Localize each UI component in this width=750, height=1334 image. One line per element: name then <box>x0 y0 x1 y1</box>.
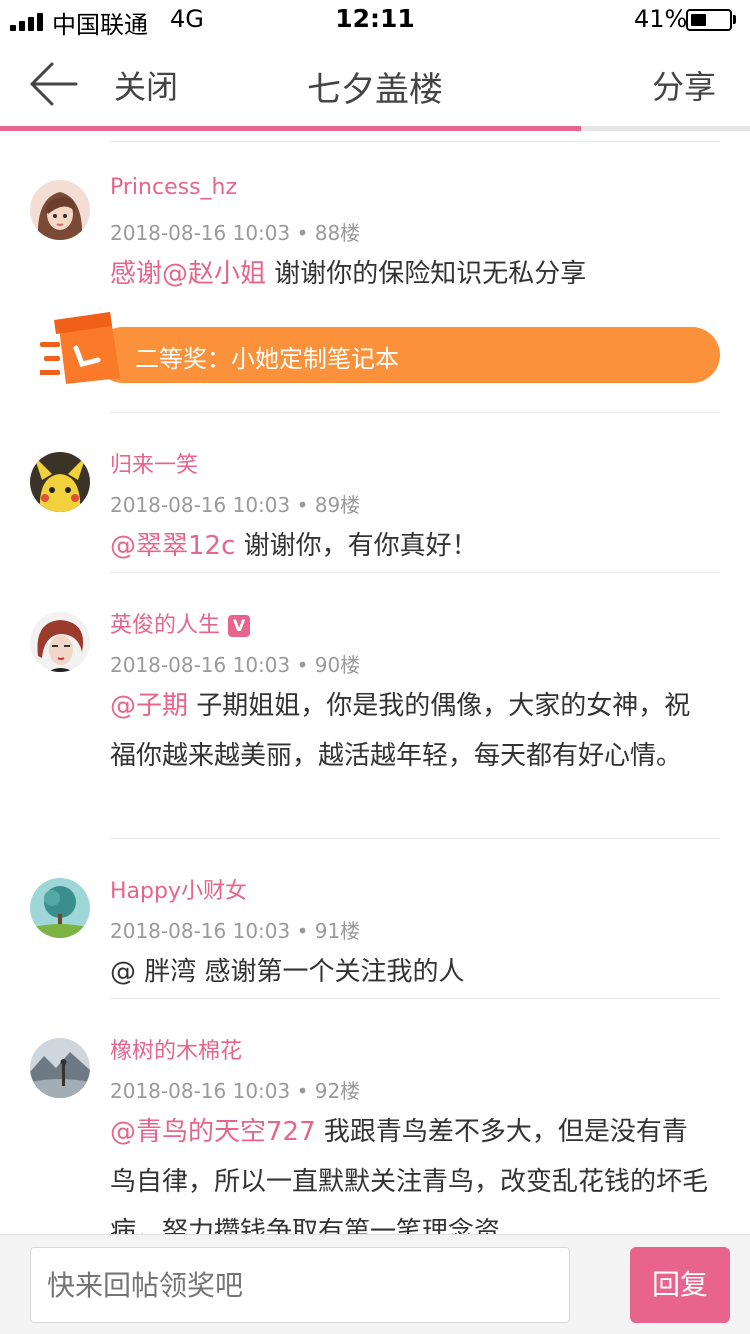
status-bar: 中国联通 4G 12:11 41% <box>0 0 750 40</box>
post-content: 感谢@赵小姐 谢谢你的保险知识无私分享 <box>110 249 710 299</box>
reply-button[interactable]: 回复 <box>630 1247 730 1323</box>
pikachu-avatar[interactable] <box>30 452 90 512</box>
gift-icon <box>40 312 120 384</box>
post-content: @子期 子期姐姐，你是我的偶像，大家的女神，祝福你越来越美丽，越活越年轻，每天都… <box>110 681 710 781</box>
battery-percent: 41% <box>634 5 688 33</box>
page-title: 七夕盖楼 <box>307 70 443 110</box>
post-text: 子期姐姐，你是我的偶像，大家的女神，祝福你越来越美丽，越活越年轻，每天都有好心情… <box>110 691 691 771</box>
username[interactable]: 归来一笑 <box>110 447 198 479</box>
mention-link[interactable]: @子期 <box>110 691 188 721</box>
battery-icon <box>686 9 732 31</box>
divider <box>110 572 720 573</box>
username[interactable]: 英俊的人生 V <box>110 607 251 639</box>
divider <box>110 141 720 142</box>
post-meta: 2018-08-16 10:03 • 90楼 <box>110 653 361 677</box>
post-text: 谢谢你的保险知识无私分享 <box>266 259 587 289</box>
mention-link[interactable]: @青鸟的天空727 <box>110 1117 316 1147</box>
prize-banner: 二等奖：小她定制笔记本 <box>40 308 720 398</box>
battery-tip <box>733 15 736 24</box>
divider <box>110 838 720 839</box>
nav-bar: 关闭 七夕盖楼 分享 <box>0 40 750 130</box>
girl-avatar[interactable] <box>30 180 90 240</box>
vip-badge-icon: V <box>228 615 251 637</box>
username-text[interactable]: 英俊的人生 <box>110 613 220 638</box>
post-meta: 2018-08-16 10:03 • 88楼 <box>110 221 361 245</box>
tree-avatar[interactable] <box>30 878 90 938</box>
share-button[interactable]: 分享 <box>652 62 716 108</box>
post-meta: 2018-08-16 10:03 • 89楼 <box>110 493 361 517</box>
post-content: @翠翠12c 谢谢你，有你真好！ <box>110 521 710 571</box>
reply-bar: 回复 <box>0 1234 750 1334</box>
divider <box>110 412 720 413</box>
divider <box>110 998 720 999</box>
post-text: 谢谢你，有你真好！ <box>235 531 478 561</box>
post-text: @ 胖湾 感谢第一个关注我的人 <box>110 957 465 987</box>
battery-level <box>691 14 706 26</box>
mention-link[interactable]: @翠翠12c <box>110 531 235 561</box>
username[interactable]: Happy小财女 <box>110 873 247 905</box>
comment-feed[interactable]: Princess_hz 2018-08-16 10:03 • 88楼 感谢@赵小… <box>0 131 750 1234</box>
post-content: @ 胖湾 感谢第一个关注我的人 <box>110 947 710 997</box>
post-meta: 2018-08-16 10:03 • 92楼 <box>110 1079 361 1103</box>
username[interactable]: 橡树的木棉花 <box>110 1033 242 1065</box>
mention-link[interactable]: 感谢@赵小姐 <box>110 259 266 289</box>
prize-text: 二等奖：小她定制笔记本 <box>135 345 399 373</box>
reply-input[interactable] <box>30 1247 570 1323</box>
landscape-avatar[interactable] <box>30 1038 90 1098</box>
username[interactable]: Princess_hz <box>110 175 237 200</box>
post-meta: 2018-08-16 10:03 • 91楼 <box>110 919 361 943</box>
post-content: @青鸟的天空727 我跟青鸟差不多大，但是没有青鸟自律，所以一直默默关注青鸟，改… <box>110 1107 710 1234</box>
redhair-avatar[interactable] <box>30 612 90 672</box>
